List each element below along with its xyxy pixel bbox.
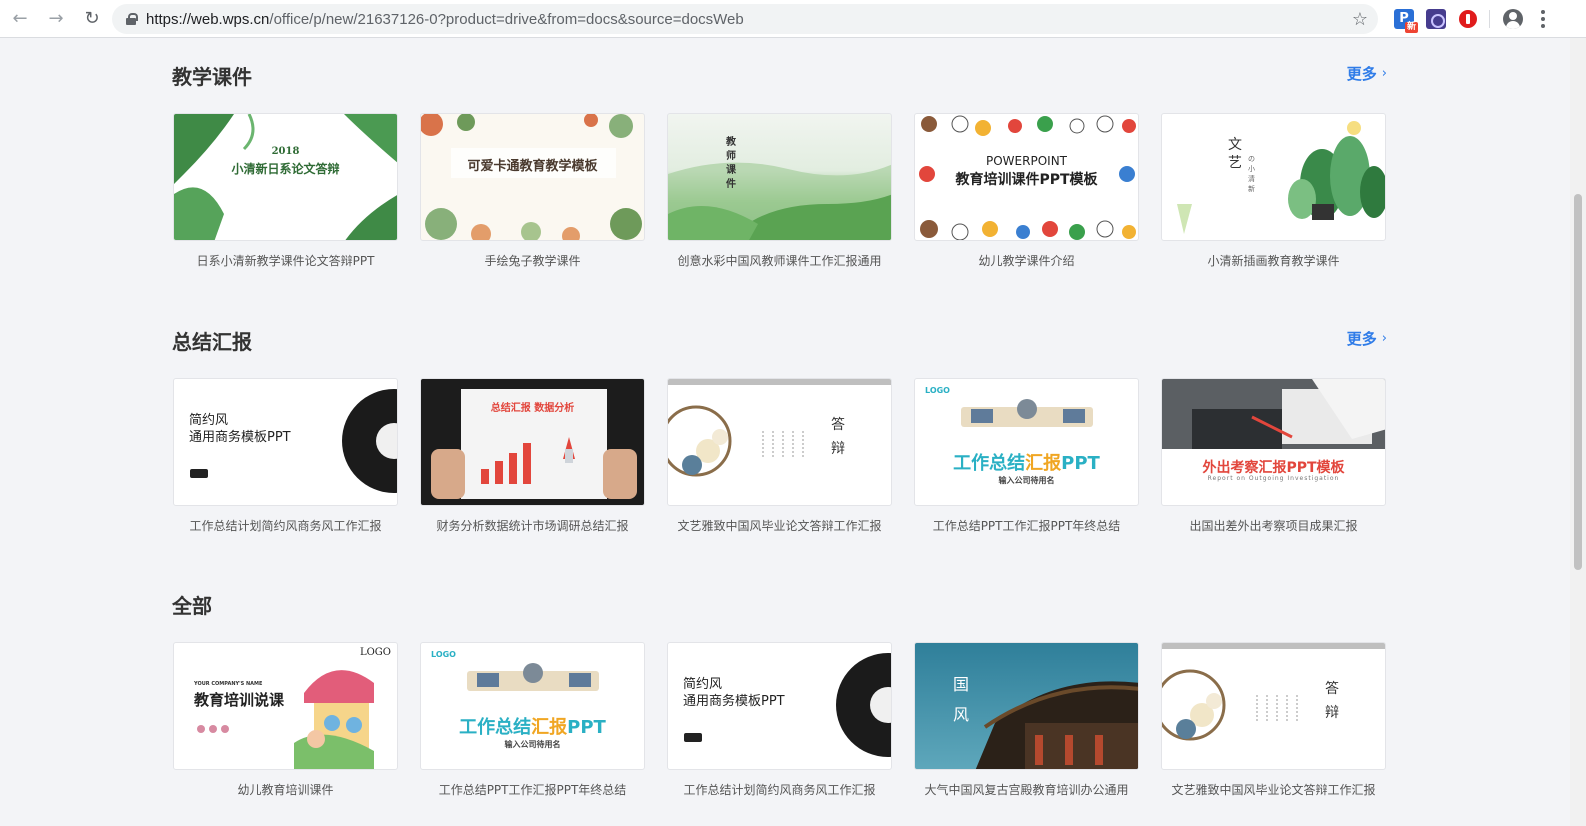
template-name[interactable]: 文艺雅致中国风毕业论文答辩工作汇报 (1161, 781, 1386, 798)
template-thumbnail[interactable]: 教师课件 (667, 113, 892, 241)
chevron-right-icon: › (1381, 66, 1387, 81)
template-card[interactable]: 简约风 通用商务模板PPT 工作总结计划简约风商务风工作汇报 (667, 642, 892, 797)
template-name[interactable]: 创意水彩中国风教师课件工作汇报通用 (667, 252, 892, 269)
template-card[interactable]: 总结汇报 数据分析 财务分析数据统计市场调研总结汇报 (420, 378, 645, 533)
template-thumbnail[interactable]: 文艺 の小清新 (1161, 113, 1386, 241)
template-name[interactable]: 手绘兔子教学课件 (420, 252, 645, 269)
template-thumbnail[interactable]: LOGO YOUR COMPANY'S NAME 教育培训说课 (173, 642, 398, 770)
template-thumbnail[interactable]: POWERPOINT 教育培训课件PPT模板 (914, 113, 1139, 241)
template-card[interactable]: 可爱卡通教育教学模板 手绘兔子教学课件 (420, 113, 645, 268)
section-summary-report: 总结汇报 更多› 简约风 通用商务模板PPT 工作总结计划简约风商务风工作汇报 (172, 326, 1387, 546)
template-name[interactable]: 工作总结PPT工作汇报PPT年终总结 (914, 517, 1139, 534)
extension-p-icon[interactable]: P新 (1394, 9, 1418, 33)
lock-icon (126, 13, 138, 25)
template-name[interactable]: 幼儿教学课件介绍 (914, 252, 1139, 269)
address-bar[interactable]: https://web.wps.cn/office/p/new/21637126… (112, 4, 1378, 34)
page-scrollbar[interactable] (1570, 38, 1586, 826)
chevron-right-icon: › (1381, 331, 1387, 346)
template-name[interactable]: 财务分析数据统计市场调研总结汇报 (420, 517, 645, 534)
section-title: 总结汇报 (172, 330, 252, 354)
template-name[interactable]: 幼儿教育培训课件 (173, 781, 398, 798)
template-thumbnail[interactable]: LOGO 工作总结汇报PPT 输入公司待用名 (914, 378, 1139, 506)
profile-avatar-icon[interactable] (1503, 9, 1523, 29)
template-thumbnail[interactable]: 总结汇报 数据分析 (420, 378, 645, 506)
section-teaching: 教学课件 更多 › 2018 小清新日系论文答辩 日系小清新教学课件论文答辩PPT (172, 61, 1387, 281)
toolbar-divider (1489, 10, 1490, 28)
template-name[interactable]: 工作总结计划简约风商务风工作汇报 (173, 517, 398, 534)
template-card[interactable]: 文艺 の小清新 小清新插画教育教学课件 (1161, 113, 1386, 268)
section-title: 全部 (172, 594, 212, 618)
template-thumbnail[interactable]: 2018 小清新日系论文答辩 (173, 113, 398, 241)
template-thumbnail[interactable]: 简约风 通用商务模板PPT (667, 642, 892, 770)
template-name[interactable]: 日系小清新教学课件论文答辩PPT (173, 252, 398, 269)
template-card[interactable]: 教师课件 创意水彩中国风教师课件工作汇报通用 (667, 113, 892, 268)
section-all: 全部 LOGO YOUR COMPANY'S NAME 教育培训说课 幼儿教育培… (172, 590, 1387, 826)
template-name[interactable]: 大气中国风复古宫殿教育培训办公通用 (914, 781, 1139, 798)
template-thumbnail[interactable]: 简约风 通用商务模板PPT (173, 378, 398, 506)
template-name[interactable]: 工作总结PPT工作汇报PPT年终总结 (420, 781, 645, 798)
template-thumbnail[interactable]: 可爱卡通教育教学模板 (420, 113, 645, 241)
template-card[interactable]: 简约风 通用商务模板PPT 工作总结计划简约风商务风工作汇报 (173, 378, 398, 533)
template-name[interactable]: 出国出差外出考察项目成果汇报 (1161, 517, 1386, 534)
url-text: https://web.wps.cn/office/p/new/21637126… (146, 10, 744, 28)
template-thumbnail[interactable]: 国 风 (914, 642, 1139, 770)
bookmark-star-icon[interactable]: ☆ (1352, 9, 1368, 30)
template-name[interactable]: 小清新插画教育教学课件 (1161, 252, 1386, 269)
browser-menu-icon[interactable] (1540, 9, 1546, 29)
template-thumbnail[interactable]: 答辩 (1161, 642, 1386, 770)
template-name[interactable]: 工作总结计划简约风商务风工作汇报 (667, 781, 892, 798)
template-card[interactable]: LOGO 工作总结汇报PPT 输入公司待用名 工作总结PPT工作汇报PPT年终总… (914, 378, 1139, 533)
extension-swirl-icon[interactable] (1426, 9, 1446, 29)
template-card[interactable]: 国 风 大气中国风复古宫殿教育培训办公通用 (914, 642, 1139, 797)
template-thumbnail[interactable]: 答辩 (667, 378, 892, 506)
extension-adblock-icon[interactable] (1458, 9, 1478, 29)
template-card[interactable]: 答辩 文艺雅致中国风毕业论文答辩工作汇报 (1161, 642, 1386, 797)
reload-icon[interactable]: ↻ (76, 3, 108, 35)
template-card[interactable]: 外出考察汇报PPT模板 Report on Outgoing Investiga… (1161, 378, 1386, 533)
template-card[interactable]: LOGO 工作总结汇报PPT 输入公司待用名 工作总结PPT工作汇报PPT年终总… (420, 642, 645, 797)
forward-arrow-icon[interactable]: → (40, 3, 72, 35)
template-card[interactable]: LOGO YOUR COMPANY'S NAME 教育培训说课 幼儿教育培训课件 (173, 642, 398, 797)
scrollbar-thumb[interactable] (1574, 194, 1582, 570)
browser-toolbar: ← → ↻ https://web.wps.cn/office/p/new/21… (0, 0, 1586, 38)
template-name[interactable]: 文艺雅致中国风毕业论文答辩工作汇报 (667, 517, 892, 534)
more-link[interactable]: 更多 › (1347, 328, 1387, 349)
template-card[interactable]: 答辩 文艺雅致中国风毕业论文答辩工作汇报 (667, 378, 892, 533)
template-thumbnail[interactable]: 外出考察汇报PPT模板 Report on Outgoing Investiga… (1161, 378, 1386, 506)
more-link[interactable]: 更多 › (1347, 63, 1387, 84)
template-thumbnail[interactable]: LOGO 工作总结汇报PPT 输入公司待用名 (420, 642, 645, 770)
template-card[interactable]: POWERPOINT 教育培训课件PPT模板 幼儿教学课件介绍 (914, 113, 1139, 268)
template-card[interactable]: 2018 小清新日系论文答辩 日系小清新教学课件论文答辩PPT (173, 113, 398, 268)
section-title: 教学课件 (172, 65, 252, 89)
back-arrow-icon[interactable]: ← (4, 3, 36, 35)
